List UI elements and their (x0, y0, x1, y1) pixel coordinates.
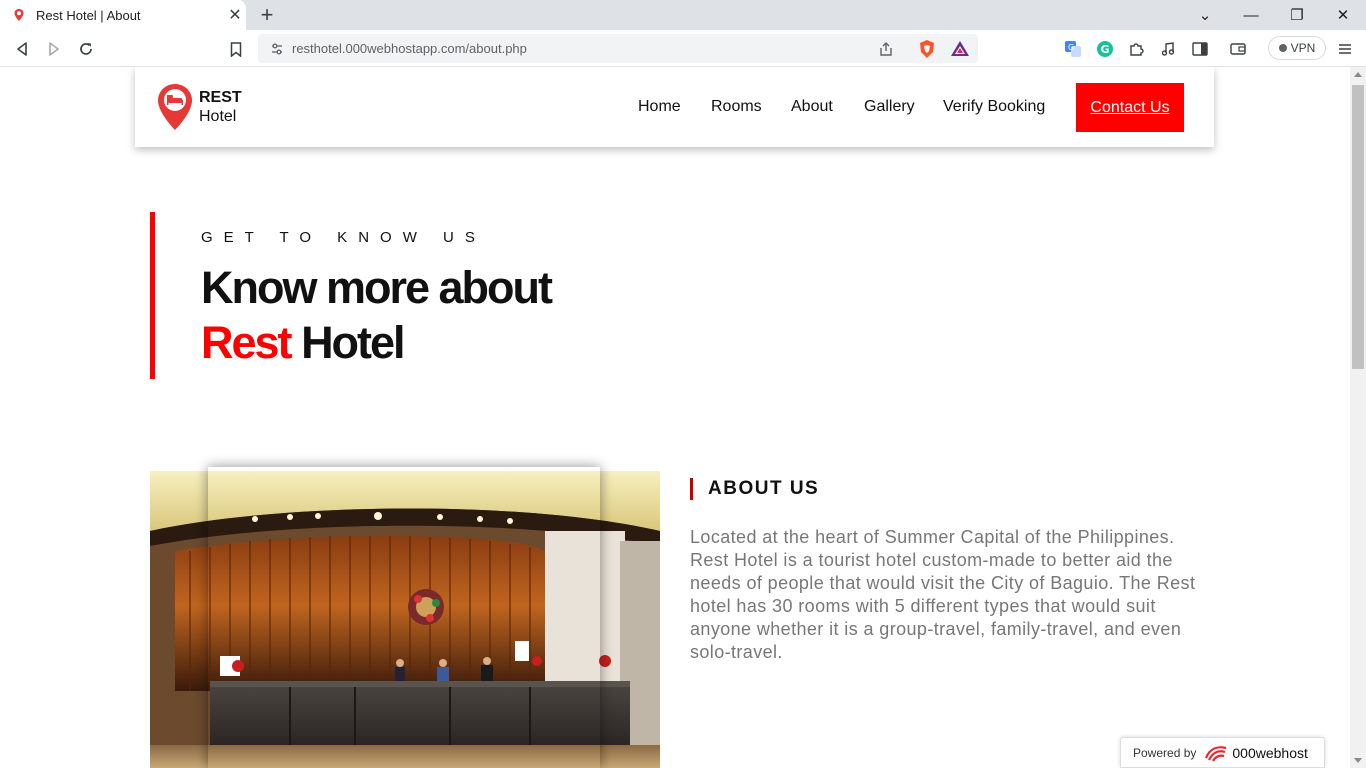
hero-section: GET TO KNOW US Know more about Rest Hote… (150, 212, 750, 379)
address-bar[interactable]: resthotel.000webhostapp.com/about.php (258, 34, 978, 63)
media-controls-icon[interactable] (1157, 38, 1179, 60)
share-icon[interactable] (878, 41, 894, 57)
vpn-label: VPN (1290, 41, 1316, 55)
nav-link-home[interactable]: Home (638, 98, 681, 116)
browser-tab-active[interactable]: Rest Hotel | About ✕ (0, 0, 246, 30)
page-content: REST Hotel Home Rooms About Gallery Veri… (0, 67, 1350, 768)
logo-sub-text: Hotel (199, 108, 237, 125)
tab-close-icon[interactable]: ✕ (224, 5, 246, 25)
location-pin-favicon-icon (14, 9, 24, 21)
vpn-button[interactable]: VPN (1268, 36, 1326, 60)
logo-brand-text: REST (199, 89, 242, 106)
vpn-status-icon (1278, 44, 1287, 52)
nav-link-about[interactable]: About (791, 98, 833, 116)
minimize-icon[interactable]: — (1228, 0, 1274, 30)
nav-link-gallery[interactable]: Gallery (864, 98, 915, 116)
tab-title: Rest Hotel | About (36, 7, 141, 23)
contact-us-button[interactable]: Contact Us (1076, 83, 1184, 132)
scrollbar-thumb[interactable] (1352, 85, 1364, 369)
reload-icon[interactable] (74, 37, 98, 61)
brave-rewards-icon[interactable] (950, 40, 970, 57)
browser-tab-bar: Rest Hotel | About ✕ + ⌄ — ❐ ✕ (0, 0, 1366, 30)
photo-frame-overlay (208, 467, 600, 768)
site-logo[interactable]: REST Hotel (157, 83, 242, 131)
back-icon[interactable] (10, 37, 34, 61)
new-tab-icon[interactable]: + (256, 3, 278, 27)
scroll-up-arrow-icon[interactable] (1354, 72, 1362, 77)
extensions-puzzle-icon[interactable] (1125, 38, 1147, 60)
hotel-pin-logo-icon (158, 84, 192, 130)
forward-icon[interactable] (42, 37, 66, 61)
powered-by-brand: 000webhost (1232, 744, 1308, 761)
hero-title-accent: Rest (201, 317, 293, 368)
webhost-logo-icon (1205, 745, 1227, 762)
site-settings-icon[interactable] (270, 42, 284, 56)
hero-title-line2: Rest Hotel (201, 315, 551, 370)
grammarly-icon[interactable]: G (1094, 38, 1116, 60)
nav-link-verify-booking[interactable]: Verify Booking (943, 98, 1045, 116)
restore-icon[interactable]: ❐ (1274, 0, 1320, 30)
hero-title: Know more about Rest Hotel (201, 260, 553, 370)
brave-shield-icon[interactable] (918, 39, 936, 59)
wallet-icon[interactable] (1227, 38, 1249, 60)
scroll-down-arrow-icon[interactable] (1354, 758, 1362, 763)
svg-text:G: G (1101, 43, 1110, 56)
powered-by-label: Powered by (1133, 745, 1197, 760)
browser-toolbar: resthotel.000webhostapp.com/about.php G … (0, 30, 1366, 67)
google-translate-icon[interactable]: G (1062, 38, 1084, 60)
page-scrollbar[interactable] (1350, 67, 1366, 768)
svg-text:G: G (1068, 43, 1074, 52)
browser-menu-icon[interactable] (1334, 38, 1356, 60)
nav-link-rooms[interactable]: Rooms (711, 98, 762, 116)
sidebar-toggle-icon[interactable] (1189, 38, 1211, 60)
tab-search-chevron-icon[interactable]: ⌄ (1182, 0, 1228, 30)
url-text: resthotel.000webhostapp.com/about.php (292, 41, 527, 56)
about-us-heading: ABOUT US (690, 478, 819, 500)
powered-by-badge[interactable]: Powered by 000webhost (1120, 737, 1325, 768)
bookmark-icon[interactable] (224, 37, 248, 61)
window-close-icon[interactable]: ✕ (1320, 0, 1366, 30)
hero-title-rest: Hotel (301, 317, 405, 368)
about-us-paragraph: Located at the heart of Summer Capital o… (690, 527, 1196, 662)
hero-eyebrow: GET TO KNOW US (201, 229, 486, 246)
site-header: REST Hotel Home Rooms About Gallery Veri… (135, 67, 1214, 147)
hero-title-line1: Know more about (201, 262, 553, 313)
